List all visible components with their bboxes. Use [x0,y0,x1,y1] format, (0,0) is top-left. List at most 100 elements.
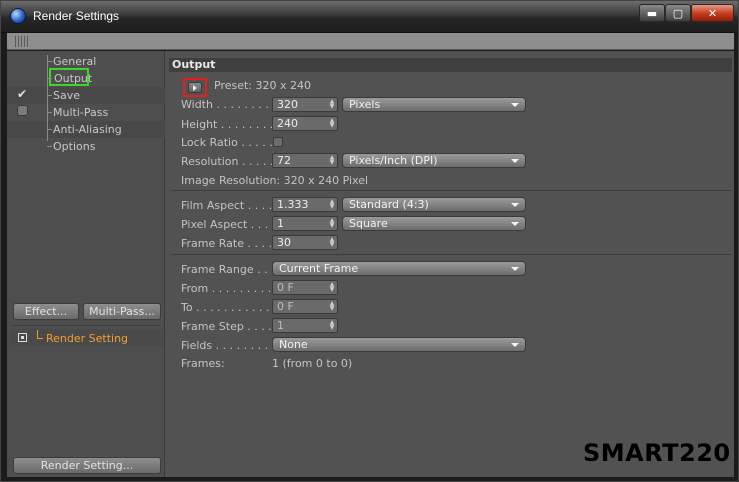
render-setting-button[interactable]: Render Setting... [13,457,161,474]
section-title: Output [169,58,732,72]
spinner-arrows-icon[interactable]: ▲ ▼ [329,320,335,331]
dialog-content: General Output Save Multi-Pass Anti-Alia… [7,51,734,477]
sidebar-item-label: Multi-Pass [53,106,109,119]
fields-label: Fields . . . . . . . . . . [181,339,283,352]
close-button[interactable]: ✕ [691,4,734,22]
frames-label: Frames: [181,357,225,370]
chevron-down-icon [511,222,519,226]
resolution-value: 72 [277,154,291,167]
section-divider [171,254,732,255]
height-field[interactable]: 240 ▲ ▼ [272,116,338,131]
play-arrow-icon [193,85,197,91]
from-field[interactable]: 0 F ▲ ▼ [272,280,338,295]
sidebar-item-label: General [53,55,97,68]
width-unit-value: Pixels [349,98,381,111]
frame-rate-field[interactable]: 30 ▲ ▼ [272,235,338,250]
resolution-label: Resolution . . . . . . [181,155,281,168]
tree-connector [47,95,52,96]
tree-connector [47,129,52,130]
frame-rate-value: 30 [277,236,291,249]
to-field[interactable]: 0 F ▲ ▼ [272,299,338,314]
preset-label: Preset: 320 x 240 [214,79,311,92]
spinner-arrows-icon[interactable]: ▲ ▼ [329,118,335,129]
frame-step-field[interactable]: 1 ▲ ▼ [272,318,338,333]
title-bar[interactable]: Render Settings ▬ ▢ ✕ [1,1,738,33]
watermark-text: SMART220 [583,439,731,467]
film-aspect-option: Standard (4:3) [349,198,429,211]
frame-range-label: Frame Range . . . . [181,263,282,276]
sidebar-item-save[interactable]: Save [7,87,165,104]
width-value: 320 [277,98,298,111]
grip-icon[interactable] [15,36,29,47]
expand-toggle-icon[interactable] [18,333,27,342]
lock-ratio-checkbox[interactable] [273,137,283,147]
minimize-button[interactable]: ▬ [639,4,665,22]
tree-connector [47,78,52,79]
frame-range-dropdown[interactable]: Current Frame [272,261,526,276]
frame-step-label: Frame Step . . . . . . [181,320,286,333]
pixel-aspect-dropdown[interactable]: Square [342,216,526,231]
effect-button[interactable]: Effect... [13,303,79,320]
height-label: Height . . . . . . . . [181,118,274,131]
chevron-down-icon [511,267,519,271]
pixel-aspect-value: 1 [277,217,284,230]
render-setting-label: Render Setting [46,332,129,345]
maximize-button[interactable]: ▢ [665,4,691,22]
menu-bar [7,33,734,50]
multi-pass-button[interactable]: Multi-Pass... [83,303,161,320]
render-settings-window: Render Settings ▬ ▢ ✕ General Output Sav… [0,0,739,482]
tree-connector [47,146,52,147]
cinema4d-app-icon [10,8,26,24]
film-aspect-field[interactable]: 1.333 ▲ ▼ [272,197,338,212]
pixel-aspect-field[interactable]: 1 ▲ ▼ [272,216,338,231]
preset-button-highlight [183,78,207,97]
height-value: 240 [277,117,298,130]
tree-connector [37,330,43,339]
spinner-arrows-icon[interactable]: ▲ ▼ [329,199,335,210]
resolution-unit-value: Pixels/Inch (DPI) [349,154,438,167]
chevron-down-icon [511,203,519,207]
sidebar-item-label: Anti-Aliasing [53,123,122,136]
spinner-arrows-icon[interactable]: ▲ ▼ [329,99,335,110]
film-aspect-value: 1.333 [277,198,309,211]
render-setting-list-item[interactable]: Render Setting [9,329,163,347]
sidebar-item-options[interactable]: Options [7,138,165,155]
tree-connector [47,61,52,62]
fields-option: None [279,338,308,351]
fields-dropdown[interactable]: None [272,337,526,352]
spinner-arrows-icon[interactable]: ▲ ▼ [329,218,335,229]
frame-range-option: Current Frame [279,262,359,275]
resolution-field[interactable]: 72 ▲ ▼ [272,153,338,168]
width-unit-dropdown[interactable]: Pixels [342,97,526,112]
section-divider [171,190,732,191]
sidebar-item-label: Save [53,89,81,102]
frame-step-value: 1 [277,319,284,332]
frames-value: 1 (from 0 to 0) [272,357,353,370]
lock-ratio-label: Lock Ratio . . . . . . [181,136,280,149]
tree-connector [47,112,52,113]
settings-sidebar: General Output Save Multi-Pass Anti-Alia… [7,51,165,477]
output-settings-panel: Output Preset: 320 x 240 Width . . . . .… [169,56,734,477]
to-value: 0 F [277,300,294,313]
sidebar-item-label: Options [53,140,96,153]
spinner-arrows-icon[interactable]: ▲ ▼ [329,282,335,293]
sidebar-item-multi-pass[interactable]: Multi-Pass [7,104,165,121]
spinner-arrows-icon[interactable]: ▲ ▼ [329,155,335,166]
width-field[interactable]: 320 ▲ ▼ [272,97,338,112]
to-label: To . . . . . . . . . . . . [181,301,277,314]
sidebar-item-anti-aliasing[interactable]: Anti-Aliasing [7,121,165,138]
resolution-unit-dropdown[interactable]: Pixels/Inch (DPI) [342,153,526,168]
image-resolution-text: Image Resolution: 320 x 240 Pixel [181,174,369,187]
spinner-arrows-icon[interactable]: ▲ ▼ [329,237,335,248]
chevron-down-icon [511,343,519,347]
output-highlight-box [49,68,89,86]
chevron-down-icon [511,103,519,107]
save-enabled-checkmark-icon[interactable]: ✔ [17,88,29,100]
preset-menu-button[interactable] [188,82,202,93]
width-label: Width . . . . . . . . . . [181,98,283,111]
spinner-arrows-icon[interactable]: ▲ ▼ [329,301,335,312]
chevron-down-icon [511,159,519,163]
window-title: Render Settings [33,9,120,23]
film-aspect-dropdown[interactable]: Standard (4:3) [342,197,526,212]
multi-pass-enable-checkbox[interactable] [17,105,28,116]
